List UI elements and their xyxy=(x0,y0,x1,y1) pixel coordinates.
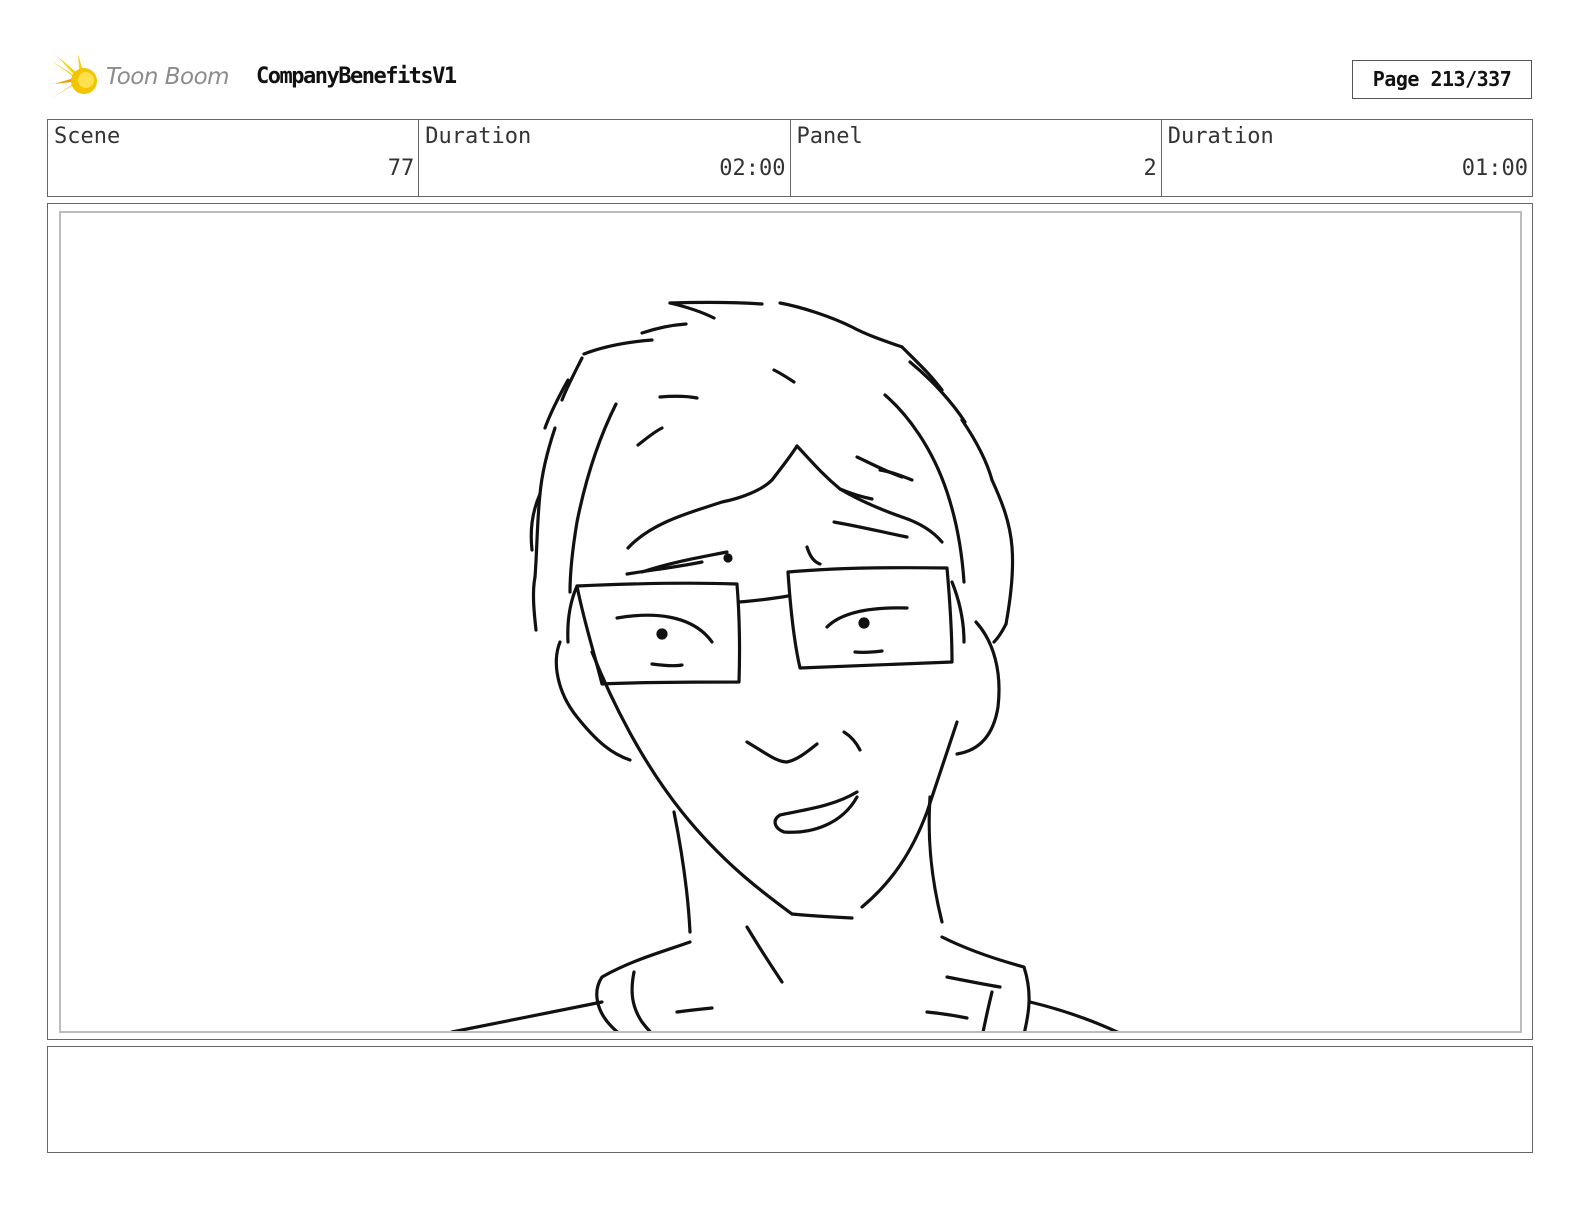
sketch-drawing xyxy=(450,300,1119,1031)
panel-label: Panel xyxy=(796,124,863,149)
storyboard-page: { "header": { "logo_text": "Toon Boom", … xyxy=(0,0,1584,1224)
project-title: CompanyBenefitsV1 xyxy=(256,64,457,89)
scene-duration-label: Duration xyxy=(425,124,532,149)
panel-cell: Panel 2 xyxy=(791,120,1162,196)
toon-boom-logo: Toon Boom xyxy=(50,54,240,108)
scene-duration-cell: Duration 02:00 xyxy=(419,120,791,196)
scene-duration-value: 02:00 xyxy=(719,156,786,181)
panel-image xyxy=(59,211,1522,1033)
panel-duration-cell: Duration 01:00 xyxy=(1162,120,1532,196)
scene-info-table: Scene 77 Duration 02:00 Panel 2 Duration… xyxy=(47,119,1533,197)
scene-label: Scene xyxy=(54,124,121,149)
page-number: Page 213/337 xyxy=(1352,60,1532,99)
starburst-icon xyxy=(50,54,97,108)
scene-cell: Scene 77 xyxy=(48,120,420,196)
panel-duration-value: 01:00 xyxy=(1461,156,1528,181)
panel-duration-label: Duration xyxy=(1167,124,1274,149)
logo-text: Toon Boom xyxy=(106,64,230,90)
panel-value: 2 xyxy=(1143,156,1157,181)
scene-value: 77 xyxy=(387,156,415,181)
panel-notes xyxy=(47,1046,1533,1153)
